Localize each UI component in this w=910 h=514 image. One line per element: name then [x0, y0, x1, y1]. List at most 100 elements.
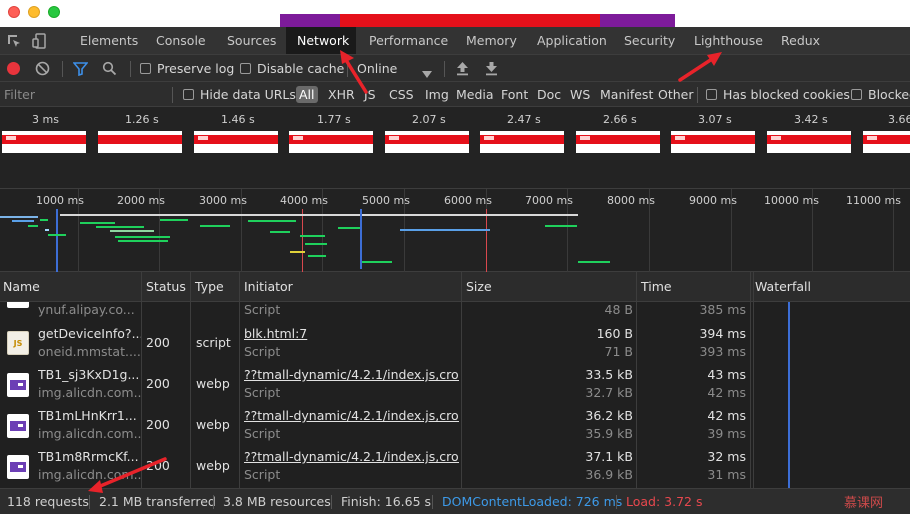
request-size: 36.2 kB: [585, 408, 633, 423]
hide-data-urls-checkbox[interactable]: Hide data URLs: [183, 82, 296, 107]
filter-input[interactable]: [0, 84, 170, 105]
request-name[interactable]: getDeviceInfo?...: [38, 326, 142, 341]
request-count: 118 requests: [7, 494, 89, 509]
window-maximize-button[interactable]: [48, 6, 60, 18]
dom-content-loaded-time: DOMContentLoaded: 726 ms: [442, 494, 623, 509]
type-filter-font[interactable]: Font: [501, 82, 528, 107]
timeline-tick: 1000 ms: [36, 194, 84, 207]
request-latency: 385 ms: [699, 302, 746, 317]
filter-icon[interactable]: [72, 61, 89, 79]
load-marker: [486, 209, 487, 272]
load-time: Load: 3.72 s: [626, 494, 703, 509]
type-filter-media[interactable]: Media: [456, 82, 494, 107]
type-filter-xhr[interactable]: XHR: [328, 82, 355, 107]
clear-icon[interactable]: [35, 61, 50, 79]
has-blocked-cookies-label: Has blocked cookies: [723, 87, 850, 102]
table-row[interactable]: JS getDeviceInfo?... oneid.mmstat.... 20…: [0, 324, 910, 365]
blocked-requests-checkbox[interactable]: Blocked: [851, 82, 910, 107]
window-minimize-button[interactable]: [28, 6, 40, 18]
export-har-icon[interactable]: [485, 61, 498, 79]
request-initiator-link[interactable]: ??tmall-dynamic/4.2.1/index.js,cros...: [244, 449, 459, 464]
tab-console[interactable]: Console: [156, 27, 206, 54]
overview-timeline[interactable]: 1000 ms 2000 ms 3000 ms 4000 ms 5000 ms …: [0, 189, 910, 272]
timeline-tick: 8000 ms: [607, 194, 655, 207]
column-header-initiator[interactable]: Initiator: [241, 272, 293, 302]
request-latency: 393 ms: [699, 344, 746, 359]
screenshot-thumbnail[interactable]: [767, 131, 851, 153]
request-initiator-type: Script: [244, 344, 281, 359]
table-row[interactable]: TB1_sj3KxD1g... img.alicdn.com... 200 we…: [0, 365, 910, 406]
tab-elements[interactable]: Elements: [80, 27, 138, 54]
screenshot-thumbnail[interactable]: [2, 131, 86, 153]
throttle-value: Online: [357, 61, 398, 76]
type-filter-all[interactable]: All: [296, 82, 318, 107]
screenshot-thumbnail[interactable]: [671, 131, 755, 153]
request-time: 32 ms: [707, 449, 746, 464]
column-header-size[interactable]: Size: [463, 272, 492, 302]
tab-security[interactable]: Security: [624, 27, 675, 54]
window-close-button[interactable]: [8, 6, 20, 18]
request-name[interactable]: TB1m8RrmcKf...: [38, 449, 142, 464]
timeline-tick: 5000 ms: [362, 194, 410, 207]
timeline-tick: 2000 ms: [117, 194, 165, 207]
request-name[interactable]: TB1mLHnKrr1...: [38, 408, 142, 423]
request-initiator-link[interactable]: ??tmall-dynamic/4.2.1/index.js,cros...: [244, 408, 459, 423]
image-file-icon: [7, 455, 29, 479]
column-header-type[interactable]: Type: [192, 272, 224, 302]
request-resource-size: 35.9 kB: [585, 426, 633, 441]
screenshot-thumbnail[interactable]: [576, 131, 660, 153]
tab-lighthouse[interactable]: Lighthouse: [694, 27, 763, 54]
screenshot-thumbnail[interactable]: [289, 131, 373, 153]
request-initiator-type: Script: [244, 302, 281, 317]
screenshot-time: 2.07 s: [412, 113, 446, 126]
preserve-log-checkbox[interactable]: Preserve log: [140, 55, 234, 82]
table-row[interactable]: TB1m8RrmcKf... img.alicdn.com... 200 web…: [0, 447, 910, 488]
request-latency: 31 ms: [707, 467, 746, 482]
request-resource-size: 36.9 kB: [585, 467, 633, 482]
screenshot-time: 1.46 s: [221, 113, 255, 126]
blocked-requests-label: Blocked: [868, 87, 910, 102]
timeline-tick: 7000 ms: [525, 194, 573, 207]
network-toolbar: Preserve log Disable cache Online: [0, 55, 910, 82]
request-initiator-link[interactable]: ??tmall-dynamic/4.2.1/index.js,cros...: [244, 367, 459, 382]
disable-cache-checkbox[interactable]: Disable cache: [240, 55, 344, 82]
inspect-element-icon[interactable]: [6, 33, 22, 49]
request-name[interactable]: TB1_sj3KxD1g...: [38, 367, 142, 382]
search-icon[interactable]: [102, 61, 117, 79]
device-toolbar-icon[interactable]: [32, 33, 48, 49]
screenshot-thumbnail[interactable]: [385, 131, 469, 153]
column-header-name[interactable]: Name: [0, 272, 40, 302]
screenshot-thumbnail[interactable]: [98, 131, 182, 153]
type-filter-ws[interactable]: WS: [570, 82, 590, 107]
screenshots-strip: 3 ms 1.26 s 1.46 s 1.77 s 2.07 s 2.47 s …: [0, 107, 910, 189]
tab-network[interactable]: Network: [286, 27, 356, 54]
tab-sources[interactable]: Sources: [227, 27, 276, 54]
screenshot-time: 2.47 s: [507, 113, 541, 126]
import-har-icon[interactable]: [456, 61, 469, 79]
chevron-down-icon[interactable]: [422, 66, 432, 81]
type-filter-js[interactable]: JS: [364, 82, 376, 107]
has-blocked-cookies-checkbox[interactable]: Has blocked cookies: [706, 82, 850, 107]
type-filter-other[interactable]: Other: [658, 82, 694, 107]
preserve-log-label: Preserve log: [157, 61, 235, 76]
column-header-status[interactable]: Status: [143, 272, 186, 302]
tab-redux[interactable]: Redux: [781, 27, 820, 54]
request-initiator-link[interactable]: blk.html:7: [244, 326, 459, 341]
request-type: webp: [196, 417, 230, 432]
screenshot-thumbnail[interactable]: [863, 131, 910, 153]
tab-application[interactable]: Application: [537, 27, 607, 54]
throttling-select[interactable]: Online: [357, 55, 397, 82]
type-filter-manifest[interactable]: Manifest: [600, 82, 653, 107]
type-filter-css[interactable]: CSS: [389, 82, 414, 107]
type-filter-img[interactable]: Img: [425, 82, 449, 107]
tab-performance[interactable]: Performance: [369, 27, 448, 54]
column-header-time[interactable]: Time: [638, 272, 672, 302]
screenshot-thumbnail[interactable]: [480, 131, 564, 153]
type-filter-doc[interactable]: Doc: [537, 82, 561, 107]
screenshot-thumbnail[interactable]: [194, 131, 278, 153]
record-button[interactable]: [7, 62, 20, 75]
tab-memory[interactable]: Memory: [466, 27, 517, 54]
table-row[interactable]: TB1mLHnKrr1... img.alicdn.com... 200 web…: [0, 406, 910, 447]
column-header-waterfall[interactable]: Waterfall: [752, 272, 811, 302]
timeline-tick: 4000 ms: [280, 194, 328, 207]
